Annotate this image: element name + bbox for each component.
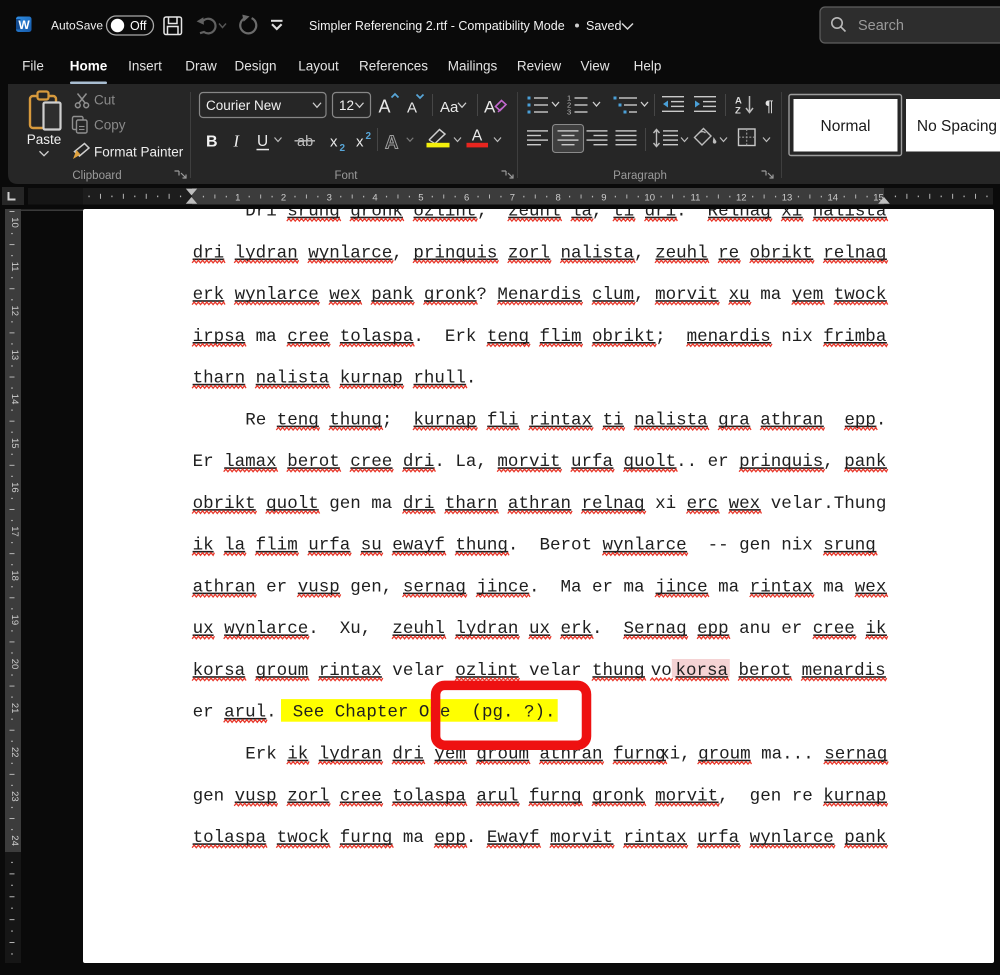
svg-text:1: 1 xyxy=(235,193,240,204)
svg-text:23: 23 xyxy=(9,791,20,802)
svg-text:Aa: Aa xyxy=(440,99,459,116)
svg-text:14: 14 xyxy=(827,193,838,204)
svg-text:A: A xyxy=(407,100,417,117)
svg-text:13: 13 xyxy=(9,350,20,361)
svg-text:Clipboard: Clipboard xyxy=(72,170,121,182)
svg-text:4: 4 xyxy=(372,193,377,204)
svg-text:A: A xyxy=(484,98,496,117)
svg-text:korsa groum rintax velar ozlin: korsa groum rintax velar ozlint velar th… xyxy=(193,661,645,681)
svg-text:8: 8 xyxy=(556,193,561,204)
svg-text:Format Painter: Format Painter xyxy=(94,145,184,160)
svg-text:2: 2 xyxy=(366,131,372,142)
svg-text:3: 3 xyxy=(327,193,332,204)
svg-text:24: 24 xyxy=(9,835,20,846)
svg-text:See Chapter One (pg. ?).: See Chapter One (pg. ?). xyxy=(293,703,556,723)
svg-text:References: References xyxy=(359,59,428,74)
svg-text:Courier New: Courier New xyxy=(206,98,281,113)
svg-text:9: 9 xyxy=(601,193,606,204)
svg-text:5: 5 xyxy=(418,193,423,204)
svg-text:Help: Help xyxy=(634,59,662,74)
svg-text:A: A xyxy=(472,128,483,145)
svg-text:¶: ¶ xyxy=(765,99,774,116)
svg-text:ab: ab xyxy=(297,134,313,150)
svg-text:Mailings: Mailings xyxy=(448,59,498,74)
svg-text:12: 12 xyxy=(736,193,747,204)
svg-text:View: View xyxy=(580,59,609,74)
svg-text:tharn nalista kurnap rhull.: tharn nalista kurnap rhull. xyxy=(193,369,477,389)
svg-text:11: 11 xyxy=(9,262,20,272)
svg-text:Z: Z xyxy=(735,106,741,117)
svg-text:Insert: Insert xyxy=(128,59,162,74)
svg-text:19: 19 xyxy=(9,615,20,626)
svg-text:17: 17 xyxy=(9,526,20,537)
svg-text:Home: Home xyxy=(70,59,108,74)
svg-text:Off: Off xyxy=(130,19,147,33)
svg-text:athran er vusp gen, sernag jin: athran er vusp gen, sernag jince. Ma er … xyxy=(193,577,887,597)
svg-text:A: A xyxy=(379,97,391,117)
svg-text:14: 14 xyxy=(9,394,20,405)
svg-text:21: 21 xyxy=(9,703,20,714)
svg-text:Review: Review xyxy=(517,59,562,74)
svg-text:U: U xyxy=(257,133,268,150)
svg-text:xi,: xi, xyxy=(659,745,691,765)
svg-text:B: B xyxy=(206,134,218,151)
svg-text:W: W xyxy=(18,18,30,32)
svg-text:2: 2 xyxy=(281,193,286,204)
svg-text:16: 16 xyxy=(9,482,20,493)
svg-text:Layout: Layout xyxy=(298,59,339,74)
svg-text:x: x xyxy=(356,134,364,151)
svg-text:10: 10 xyxy=(644,193,655,204)
svg-text:2: 2 xyxy=(340,143,346,154)
svg-text:22: 22 xyxy=(9,747,20,758)
svg-text:Paragraph: Paragraph xyxy=(613,170,667,182)
svg-text:13: 13 xyxy=(782,193,793,204)
svg-text:No Spacing: No Spacing xyxy=(917,118,997,135)
svg-text:Simpler Referencing 2.rtf -: Simpler Referencing 2.rtf - Compatibilit… xyxy=(309,19,565,33)
svg-text:10: 10 xyxy=(9,217,20,228)
svg-text:Copy: Copy xyxy=(94,118,126,133)
svg-text:Search: Search xyxy=(858,18,904,34)
svg-text:AutoSave: AutoSave xyxy=(51,19,103,33)
svg-text:18: 18 xyxy=(9,570,20,581)
svg-text:Paste: Paste xyxy=(27,132,62,147)
svg-text:File: File xyxy=(22,59,44,74)
svg-text:Saved: Saved xyxy=(586,19,621,33)
svg-text:Draw: Draw xyxy=(185,59,217,74)
svg-text:Design: Design xyxy=(234,59,276,74)
svg-text:20: 20 xyxy=(9,659,20,670)
svg-text:12: 12 xyxy=(339,98,354,113)
svg-text:Cut: Cut xyxy=(94,93,115,108)
svg-text:Font: Font xyxy=(334,170,358,182)
svg-text:A: A xyxy=(385,132,398,153)
svg-text:15: 15 xyxy=(9,438,20,449)
svg-text:3: 3 xyxy=(567,108,571,117)
svg-text:11: 11 xyxy=(691,193,701,204)
svg-text:12: 12 xyxy=(9,306,20,317)
svg-text:6: 6 xyxy=(464,193,469,204)
svg-text:7: 7 xyxy=(510,193,515,204)
svg-text:Re teng thung; kurnap fli rin: Re teng thung; kurnap fli rintax ti nali… xyxy=(245,410,886,430)
svg-text:erk wynlarce wex pank gronk? M: erk wynlarce wex pank gronk? Menardis cl… xyxy=(193,285,887,305)
svg-text:x: x xyxy=(330,134,338,151)
svg-text:Normal: Normal xyxy=(821,118,871,135)
